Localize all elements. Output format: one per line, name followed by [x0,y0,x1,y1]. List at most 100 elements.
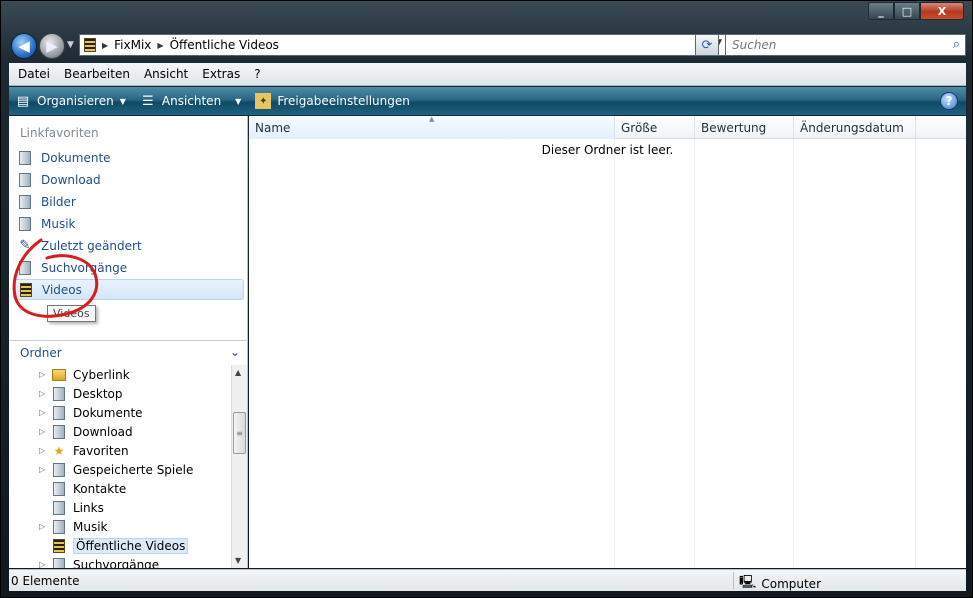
tree-item[interactable]: ▷ Cyberlink [39,365,130,384]
fav-label: Musik [41,216,76,231]
tree-item-selected[interactable]: Öffentliche Videos [39,536,189,555]
tree-label: Cyberlink [73,367,130,382]
tree-item[interactable]: ▷ Desktop [39,384,123,403]
red-annotation-circle [12,238,99,318]
expand-icon[interactable]: ▷ [39,560,49,568]
expand-icon[interactable]: ▷ [39,427,49,436]
folder-tree-scrollbar[interactable]: ▲ ≡ ▼ [231,365,247,568]
views-button[interactable]: ☰ Ansichten ▼ [134,87,249,115]
fav-music[interactable]: Musik [13,213,244,234]
column-divider [614,139,615,568]
fav-label: Download [41,172,101,187]
fav-download[interactable]: Download [13,169,244,190]
expand-icon[interactable]: ▷ [39,408,49,417]
expand-icon[interactable]: ▷ [39,446,49,455]
videos-icon [51,538,67,554]
tree-label: Musik [73,519,108,534]
window-controls: _ □ X [868,2,964,20]
share-settings-button[interactable]: ✦ Freigabeeinstellungen [249,87,418,115]
column-divider [694,139,695,568]
navigation-pane: Linkfavoriten Dokumente Download Bilder … [9,116,248,568]
music-icon [17,216,33,232]
command-toolbar: ▤ Organisieren ▼ ☰ Ansichten ▼ ✦ Freigab… [9,87,966,115]
breadcrumb-public-videos[interactable]: Öffentliche Videos [170,38,279,52]
fav-pictures[interactable]: Bilder [13,191,244,212]
breadcrumb-fixmix[interactable]: FixMix [114,38,151,52]
tree-item[interactable]: ▷ ★ Favoriten [39,441,129,460]
empty-folder-message: Dieser Ordner ist leer. [541,143,674,157]
fav-documents[interactable]: Dokumente [13,147,244,168]
documents-icon [51,405,67,421]
search-icon[interactable]: ⌕ [953,37,960,52]
sort-ascending-icon: ▲ [429,115,435,123]
tree-label: Kontakte [73,481,127,496]
expand-icon[interactable]: ▷ [39,522,49,531]
breadcrumb-separator-icon[interactable]: ▶ [102,41,108,50]
share-label: Freigabeeinstellungen [277,94,410,108]
menu-bar: Datei Bearbeiten Ansicht Extras ? [9,63,966,86]
scroll-down-icon[interactable]: ▼ [235,556,241,565]
column-label: Name [255,120,291,135]
star-icon: ★ [53,443,65,458]
minimize-button[interactable]: _ [868,2,894,20]
expand-icon[interactable]: ▷ [39,370,49,379]
tree-label: Favoriten [73,443,129,458]
search-placeholder: Suchen [732,38,777,52]
views-label: Ansichten [161,94,222,108]
tree-label: Desktop [73,386,123,401]
file-list: Name ▲ Größe Bewertung Änderungsdatum Di… [249,115,966,568]
close-button[interactable]: X [920,2,964,20]
help-button[interactable]: ? [940,92,958,110]
refresh-icon: ⟳ [701,37,713,53]
organize-label: Organisieren [37,94,114,108]
music-icon [51,519,67,535]
expand-icon[interactable]: ▷ [39,465,49,474]
tree-item[interactable]: ▷ Download [39,422,133,441]
tree-item[interactable]: ▷ Suchvorgänge [39,555,159,568]
menu-help[interactable]: ? [247,67,267,81]
pictures-icon [17,194,33,210]
tree-label: Links [73,500,104,515]
tree-item[interactable]: ▷ Dokumente [39,403,143,422]
back-button[interactable]: ◀ [11,33,37,59]
refresh-button[interactable]: ⟳ [695,34,719,56]
maximize-button[interactable]: □ [894,2,920,20]
status-location: 🖳 Computer [739,573,821,595]
scroll-up-icon[interactable]: ▲ [235,368,241,377]
scroll-thumb[interactable]: ≡ [233,412,246,454]
help-icon: ? [945,94,953,108]
menu-view[interactable]: Ansicht [137,67,195,81]
tree-item[interactable]: ▷ Musik [39,517,108,536]
column-label: Bewertung [701,120,767,135]
menu-extras[interactable]: Extras [195,67,247,81]
computer-icon: 🖳 [739,575,757,590]
tree-label: Download [73,424,133,439]
organize-button[interactable]: ▤ Organisieren ▼ [9,87,134,115]
tree-item[interactable]: ▷ Gespeicherte Spiele [39,460,193,479]
documents-icon [17,150,33,166]
recent-pages-dropdown[interactable]: ▼ [67,40,74,50]
folders-header[interactable]: Ordner ⌄ [9,340,248,364]
column-rating[interactable]: Bewertung [695,116,794,139]
search-input[interactable]: Suchen ⌕ [725,34,966,56]
tree-item[interactable]: Kontakte [39,479,126,498]
address-bar[interactable]: ▶ FixMix ▶ Öffentliche Videos ▼ [79,34,727,56]
expand-icon[interactable]: ▷ [39,389,49,398]
links-icon [51,500,67,516]
column-modified[interactable]: Änderungsdatum [794,116,916,139]
status-divider [733,572,734,589]
column-header-row: Name ▲ Größe Bewertung Änderungsdatum [249,115,966,139]
folder-tree: ▷ Cyberlink ▷ Desktop ▷ Dokumente ▷ Down… [9,365,231,568]
column-size[interactable]: Größe [615,116,695,139]
menu-file[interactable]: Datei [11,67,57,81]
tree-label: Suchvorgänge [73,557,160,569]
chevron-down-icon[interactable]: ⌄ [230,345,240,359]
organize-icon: ▤ [16,93,30,109]
forward-button[interactable]: ▶ [39,33,65,59]
views-icon: ☰ [142,93,154,109]
tree-label: Dokumente [73,405,143,420]
menu-edit[interactable]: Bearbeiten [57,67,137,81]
tree-item[interactable]: Links [39,498,104,517]
fav-label: Bilder [41,194,76,209]
breadcrumb-separator-icon[interactable]: ▶ [157,41,163,50]
